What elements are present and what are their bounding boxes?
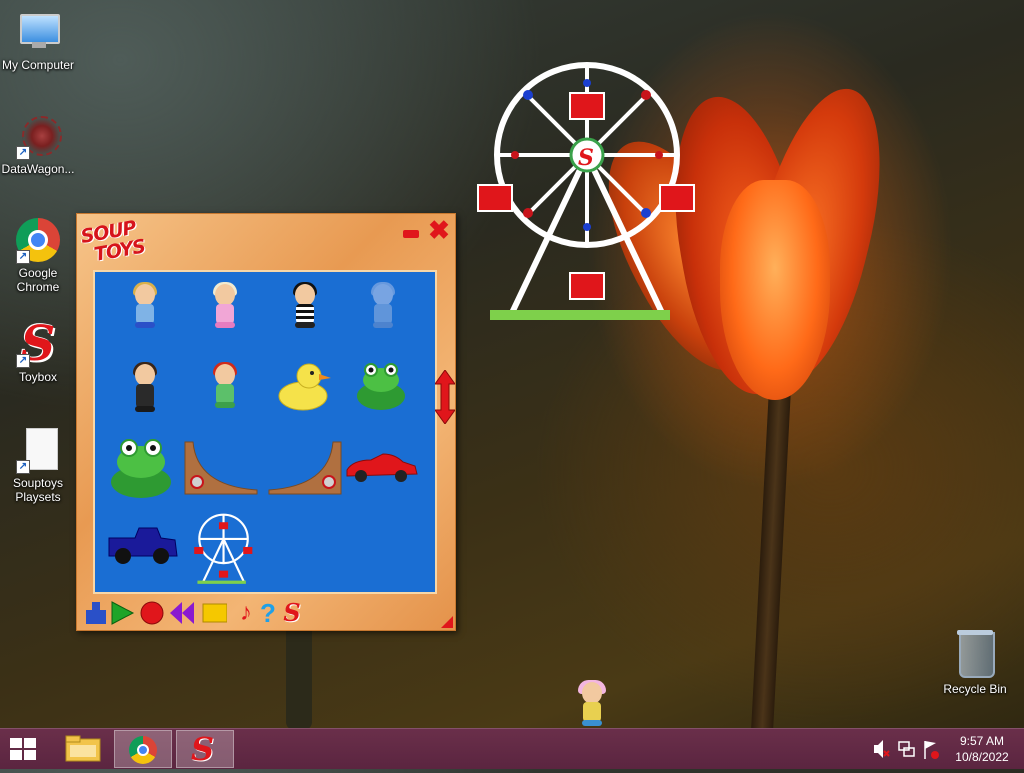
windows-icon[interactable] [10,738,38,762]
resize-grip[interactable] [441,616,453,628]
desktop-icon-datawagon[interactable]: ↗ DataWagon... [0,112,76,176]
tulip-stem [750,379,792,741]
clock-date: 10/8/2022 [955,750,1009,764]
toy-man-doll[interactable] [125,362,165,414]
toy-redhead-doll[interactable] [205,362,245,414]
toy-red-car[interactable] [343,452,419,484]
desktop-icon-label: Google Chrome [16,266,60,294]
desktop-icon-recycle-bin[interactable]: Recycle Bin [937,630,1013,696]
volume-muted-icon[interactable] [872,729,890,769]
help-icon[interactable]: ? [255,600,281,626]
desktop-icon-label: Souptoys Playsets [12,476,64,504]
toy-ramp-right[interactable] [267,440,343,496]
toy-boy-doll[interactable] [125,282,165,330]
toy-frog-large[interactable] [109,434,173,500]
recycle-bin-icon [951,630,999,680]
taskbar: S 9:57 AM 10/8/2022 [0,728,1024,769]
computer-icon [14,8,62,56]
taskbar-chrome[interactable] [114,730,172,768]
toy-shelf[interactable] [93,270,437,594]
toybox-toolbar: ♪ ? S [83,600,323,626]
toy-girl-doll[interactable] [205,282,245,330]
desktop-icon-label: My Computer [1,58,75,72]
network-icon[interactable] [896,729,916,769]
toybox-window[interactable]: SOUP TOYS ✖ ♪ ? S [76,213,456,631]
minimize-button[interactable] [403,230,419,238]
file-explorer-icon [65,735,101,762]
soup-s-icon: S [191,730,215,768]
toy-frog-small[interactable] [355,360,407,412]
action-center-flag-icon[interactable] [922,729,940,769]
shortcut-arrow-icon: ↗ [16,354,30,368]
document-icon: ↗ [14,426,62,474]
rewind-icon[interactable] [169,600,195,626]
shortcut-arrow-icon: ↗ [16,146,30,160]
stop-icon[interactable] [201,600,227,626]
desktop-icon-label: DataWagon... [1,162,75,176]
ferris-wheel-toy[interactable]: S [470,55,700,330]
datawagon-icon: ↗ [14,112,62,160]
toy-striped-doll[interactable] [285,282,325,330]
system-clock[interactable]: 9:57 AM 10/8/2022 [944,733,1020,765]
desktop-icon-label: Recycle Bin [943,682,1007,696]
background-stem [286,620,312,730]
tulip-petal [720,180,830,400]
desktop-icon-toybox[interactable]: S ↗ Toybox [0,320,76,384]
close-button[interactable]: ✖ [427,217,451,243]
desktop-icon-label: Toybox [18,370,58,384]
soup-s-icon[interactable]: S [279,600,305,626]
desktop-doll-toy[interactable] [576,680,608,728]
chrome-icon [129,736,157,764]
toy-blue-truck[interactable] [105,524,179,568]
taskbar-file-explorer[interactable] [54,730,112,768]
toy-ghost-doll[interactable] [363,282,403,330]
desktop-icon-souptoys-playsets[interactable]: ↗ Souptoys Playsets [0,426,76,504]
shortcut-arrow-icon: ↗ [16,250,30,264]
chrome-icon: ↗ [14,216,62,264]
svg-text:S: S [578,145,594,171]
shortcut-arrow-icon: ↗ [16,460,30,474]
record-icon[interactable] [139,600,165,626]
stamp-icon[interactable] [83,600,109,626]
scroll-arrow-icon[interactable] [435,370,455,424]
toy-ramp-left[interactable] [183,440,259,496]
toy-rubber-duck[interactable] [275,360,331,412]
desktop-icon-my-computer[interactable]: My Computer [0,8,76,72]
soup-toys-logo: SOUP TOYS [79,216,147,266]
toy-ferris-wheel[interactable] [191,512,255,586]
desktop-icon-google-chrome[interactable]: ↗ Google Chrome [0,216,76,294]
taskbar-toybox[interactable]: S [176,730,234,768]
play-icon[interactable] [109,600,135,626]
clock-time: 9:57 AM [959,734,1005,748]
soup-s-icon: S ↗ [14,320,62,368]
